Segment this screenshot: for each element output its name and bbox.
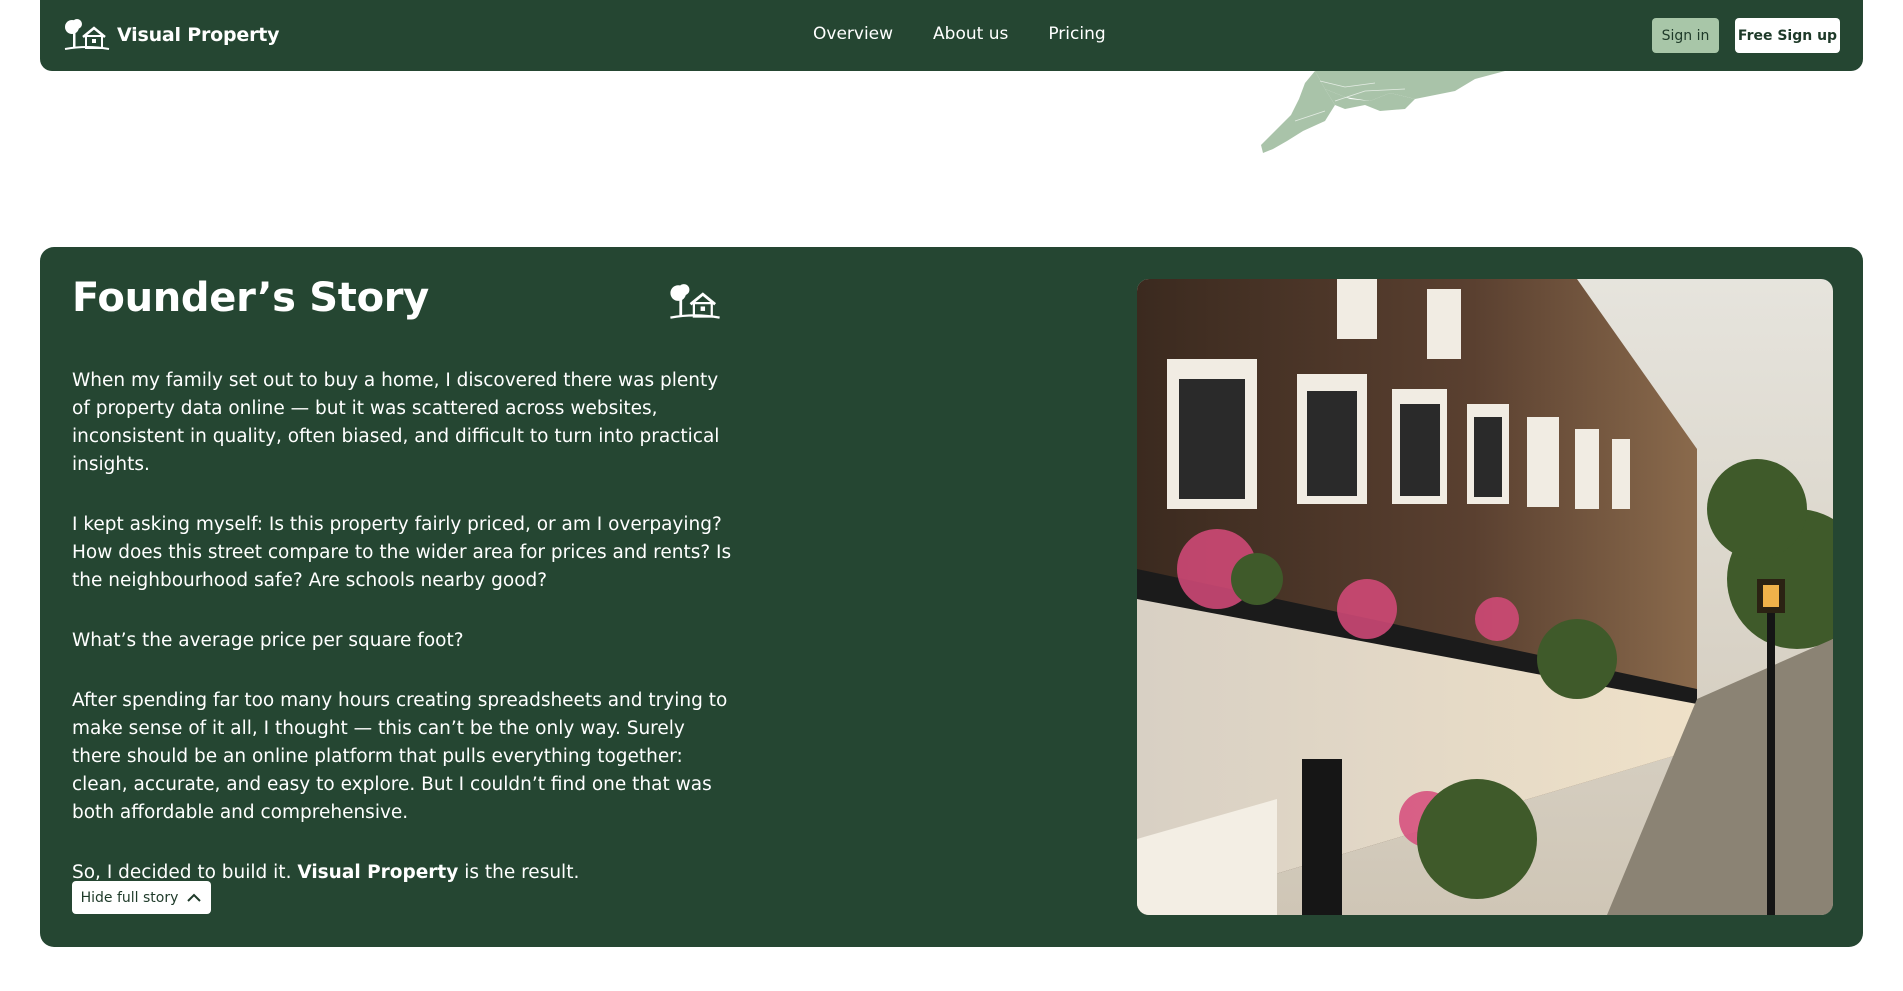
story-paragraph: I kept asking myself: Is this property f… (72, 514, 732, 591)
story-paragraph: When my family set out to buy a home, I … (72, 370, 720, 475)
hide-full-story-label: Hide full story (80, 889, 179, 906)
hide-full-story-button[interactable]: Hide full story (72, 881, 211, 914)
founders-story-card: Founder’s Story When my family set out t… (40, 247, 1863, 947)
terraced-street-photo (1137, 279, 1833, 915)
story-title: Founder’s Story (72, 275, 429, 321)
closing-brand: Visual Property (297, 862, 459, 883)
free-sign-up-button[interactable]: Free Sign up (1735, 18, 1840, 53)
closing-prefix: So, I decided to build it. (72, 862, 298, 883)
nav-about-us[interactable]: About us (933, 24, 1008, 44)
story-body: When my family set out to buy a home, I … (72, 367, 732, 919)
nav-pricing[interactable]: Pricing (1048, 24, 1105, 44)
story-paragraph: After spending far too many hours creati… (72, 690, 728, 823)
main-nav: Overview About us Pricing (813, 24, 1146, 44)
sign-in-button[interactable]: Sign in (1652, 18, 1719, 53)
brand-logo[interactable]: Visual Property (63, 18, 280, 52)
story-paragraph: What’s the average price per square foot… (72, 630, 464, 651)
tree-house-logo-icon (64, 19, 110, 50)
nav-overview[interactable]: Overview (813, 24, 893, 44)
chevron-up-icon (187, 893, 202, 902)
closing-suffix: is the result. (458, 862, 580, 883)
top-navbar: Visual Property Overview About us Pricin… (40, 0, 1863, 71)
brand-name: Visual Property (117, 24, 280, 46)
tree-house-logo-icon (670, 284, 720, 319)
uk-map-fragment (1261, 71, 1505, 153)
